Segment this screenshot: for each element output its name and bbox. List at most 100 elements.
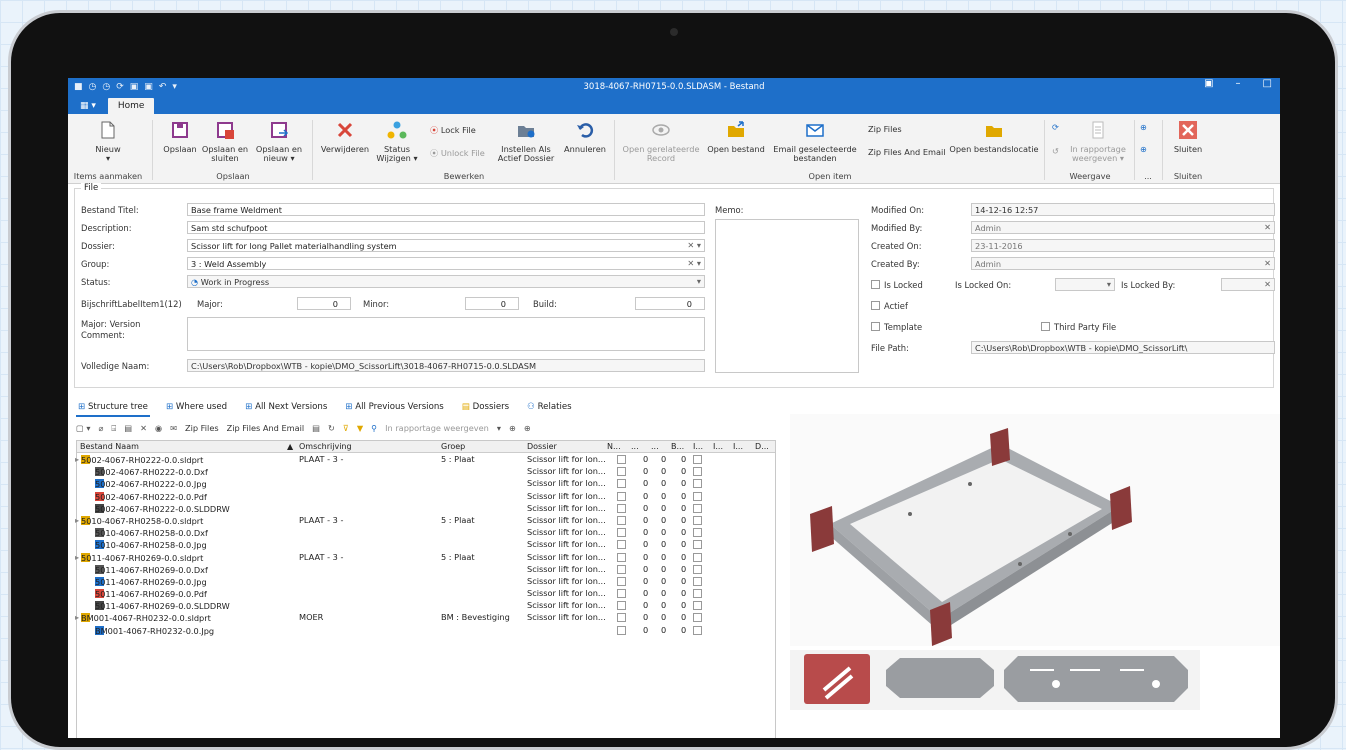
verwijderen-button[interactable]: Verwijderen [318, 120, 372, 154]
major-version-comment-field[interactable] [187, 317, 705, 351]
clear-dropdown-icon[interactable]: ✕ ▾ [687, 240, 701, 250]
column-header[interactable]: B... [671, 442, 684, 451]
tab-dossiers[interactable]: ▤ Dossiers [460, 400, 511, 417]
zip-files-and-email-button[interactable]: Zip Files And Email [868, 147, 946, 157]
template-checkbox[interactable]: Template [871, 322, 922, 332]
tab-all-next-versions[interactable]: ⊞ All Next Versions [243, 400, 329, 417]
down-circle-icon[interactable]: ⊕ [1140, 144, 1147, 154]
table-row[interactable]: 5010-4067-RH0258-0.0.Dxf Scissor lift for… [77, 526, 775, 538]
third-party-file-checkbox[interactable]: Third Party File [1041, 322, 1116, 332]
minimize-icon[interactable]: – [1236, 78, 1241, 89]
minor-spinner[interactable]: 0 [465, 297, 519, 310]
new-file-icon[interactable]: ▢ ▾ [76, 423, 90, 433]
table-row[interactable]: 5011-4067-RH0269-0.0.Dxf Scissor lift for… [77, 563, 775, 575]
reset-icon[interactable]: ↺ [1052, 146, 1059, 156]
opslaan-en-sluiten-button[interactable]: Opslaan en sluiten [200, 120, 250, 163]
expand-icon[interactable]: ▸ [75, 552, 79, 562]
table-row[interactable]: 5002-4067-RH0222-0.0.Dxf Scissor lift for… [77, 465, 775, 477]
nieuw-button[interactable]: Nieuw ▾ [88, 120, 128, 163]
column-header[interactable]: I... [733, 442, 743, 451]
column-header[interactable]: Groep [441, 442, 465, 451]
email-small-icon[interactable]: ✉ [170, 423, 177, 433]
expand-icon[interactable]: ▸ [75, 612, 79, 622]
file-menu-button[interactable]: ▦ ▾ [74, 101, 102, 114]
zip-files-link[interactable]: Zip Files [185, 423, 219, 433]
down-circle-icon[interactable]: ⊕ [524, 423, 531, 433]
column-header[interactable]: ... [631, 442, 639, 451]
refresh-small-icon[interactable]: ↻ [328, 423, 335, 433]
preview-3d-viewer[interactable] [790, 414, 1280, 646]
table-row[interactable]: ▸ 5002-4067-RH0222-0.0.sldprt PLAAT - 3 - 5… [75, 453, 775, 465]
table-row[interactable]: 5011-4067-RH0269-0.0.Pdf Scissor lift for… [77, 587, 775, 599]
table-row[interactable]: ▸ BM001-4067-RH0232-0.0.sldprt MOER BM : Be… [75, 611, 775, 623]
status-field[interactable]: ◔ Work in Progress ▾ [187, 275, 705, 288]
instellen-als-actief-dossier-button[interactable]: Instellen Als Actief Dossier [496, 120, 556, 163]
volledige-naam-field[interactable]: C:\Users\Rob\Dropbox\WTB - kopie\DMO_Sci… [187, 359, 705, 372]
restore-icon[interactable]: ▣ [1204, 78, 1213, 89]
in-rapportage-weergeven-button[interactable]: In rapportage weergeven ▾ [1068, 120, 1128, 163]
annuleren-button[interactable]: Annuleren [562, 120, 608, 154]
modified-by-field[interactable]: Admin ✕ [971, 221, 1275, 234]
column-header[interactable]: Dossier [527, 442, 557, 451]
table-row[interactable]: ▸ 5010-4067-RH0258-0.0.sldprt PLAAT - 3 - 5… [75, 514, 775, 526]
dropdown-icon[interactable]: ▾ [1107, 279, 1111, 289]
table-row[interactable]: BM001-4067-RH0232-0.0.Jpg 0 0 0 [77, 624, 775, 636]
table-row[interactable]: 5002-4067-RH0222-0.0.Pdf Scissor lift for… [77, 490, 775, 502]
dropdown-icon[interactable]: ▾ [697, 276, 701, 286]
table-row[interactable]: 5010-4067-RH0258-0.0.Jpg Scissor lift for… [77, 538, 775, 550]
filter-clear-icon[interactable]: ⊽ [343, 423, 349, 433]
description-field[interactable]: Sam std schufpoot [187, 221, 705, 234]
table-row[interactable]: 5002-4067-RH0222-0.0.Jpg Scissor lift for… [77, 477, 775, 489]
thumbnail-long-plate[interactable] [1004, 656, 1188, 702]
clear-icon[interactable]: ✕ [1264, 258, 1271, 268]
opslaan-en-nieuw-button[interactable]: Opslaan en nieuw ▾ [254, 120, 304, 163]
column-header[interactable]: I... [693, 442, 703, 451]
tab-all-previous-versions[interactable]: ⊞ All Previous Versions [343, 400, 445, 417]
clear-icon[interactable]: ✕ [1264, 222, 1271, 232]
open-bestand-button[interactable]: Open bestand [704, 120, 768, 154]
import-icon[interactable]: ⍈ [111, 423, 116, 434]
table-row[interactable]: 5011-4067-RH0269-0.0.SLDDRW Scissor lift … [77, 599, 775, 611]
file-path-field[interactable]: C:\Users\Rob\Dropbox\WTB - kopie\DMO_Sci… [971, 341, 1275, 354]
column-header[interactable]: Bestand Naam [80, 442, 139, 451]
is-locked-checkbox[interactable]: Is Locked [871, 280, 923, 290]
unlock-file-button[interactable]: ⦿ Unlock File [430, 147, 485, 159]
table-row[interactable]: 5002-4067-RH0222-0.0.SLDDRW Scissor lift … [77, 502, 775, 514]
column-header[interactable]: D... [755, 442, 769, 451]
thumbnail-plate[interactable] [886, 658, 994, 698]
clear-dropdown-icon[interactable]: ✕ ▾ [687, 258, 701, 268]
column-header[interactable]: I... [713, 442, 723, 451]
folder-icon[interactable]: ▤ [312, 423, 320, 433]
actief-checkbox[interactable]: Actief [871, 301, 908, 311]
up-circle-icon[interactable]: ⊕ [509, 423, 516, 433]
in-rapportage-link[interactable]: In rapportage weergeven [385, 423, 489, 433]
view-icon[interactable]: ◉ [155, 423, 162, 433]
is-locked-by-field[interactable]: ✕ [1221, 278, 1275, 291]
major-spinner[interactable]: 0 [297, 297, 351, 310]
column-header[interactable]: Omschrijving [299, 442, 352, 451]
tab-where-used[interactable]: ⊞ Where used [164, 400, 229, 417]
delete-icon[interactable]: ✕ [140, 423, 147, 433]
dropdown-icon[interactable]: ▾ [497, 423, 501, 433]
opslaan-button[interactable]: Opslaan [160, 120, 200, 154]
build-spinner[interactable]: 0 [635, 297, 705, 310]
lock-file-button[interactable]: ⦿ Lock File [430, 124, 476, 136]
status-wijzigen-button[interactable]: Status Wijzigen ▾ [374, 120, 420, 163]
tab-relaties[interactable]: ⚇ Relaties [525, 400, 574, 417]
bestand-titel-field[interactable]: Base frame Weldment [187, 203, 705, 216]
table-row[interactable]: ▸ 5011-4067-RH0269-0.0.sldprt PLAAT - 3 - 5… [75, 551, 775, 563]
dossier-field[interactable]: Scissor lift for long Pallet materialhan… [187, 239, 705, 252]
table-row[interactable]: 5011-4067-RH0269-0.0.Jpg Scissor lift for… [77, 575, 775, 587]
clear-icon[interactable]: ✕ [1264, 279, 1271, 289]
created-by-field[interactable]: Admin ✕ [971, 257, 1275, 270]
tab-structure-tree[interactable]: ⊞ Structure tree [76, 400, 150, 417]
up-circle-icon[interactable]: ⊕ [1140, 122, 1147, 132]
modified-on-field[interactable]: 14-12-16 12:57 [971, 203, 1275, 216]
open-gerelateerde-record-button[interactable]: Open gerelateerde Record [620, 120, 702, 163]
is-locked-on-field[interactable]: ▾ [1055, 278, 1115, 291]
expand-icon[interactable]: ▸ [75, 454, 79, 464]
attach-icon[interactable]: ⌀ [98, 423, 103, 433]
filter-icon[interactable]: ▼ [357, 423, 363, 433]
refresh-icon[interactable]: ⟳ [1052, 122, 1059, 132]
created-on-field[interactable]: 23-11-2016 [971, 239, 1275, 252]
